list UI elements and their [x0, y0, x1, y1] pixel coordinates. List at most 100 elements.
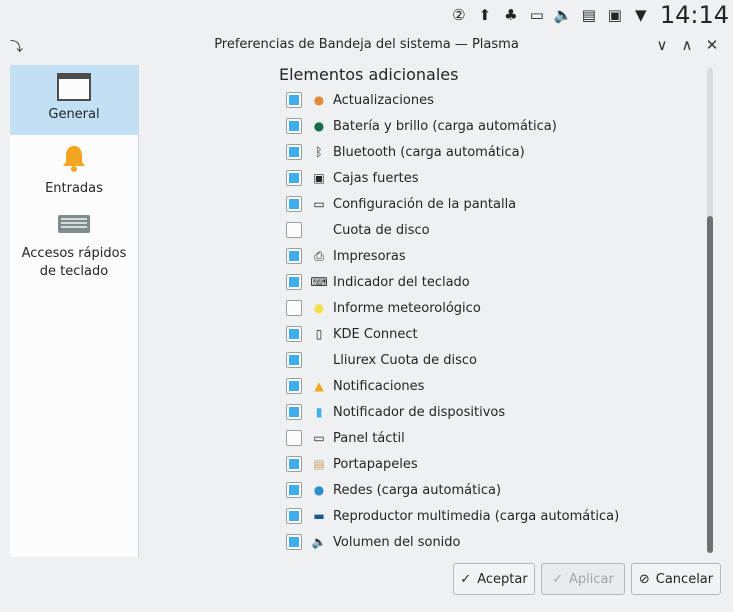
- sidebar-item-label: Accesos rápidos de teclado: [21, 246, 127, 279]
- item-label: Lliurex Cuota de disco: [333, 352, 477, 368]
- battery-icon: ●: [313, 119, 325, 133]
- window-icon: [57, 73, 91, 101]
- weather-icon: ●: [313, 301, 325, 315]
- printer-icon: ⎙: [314, 248, 324, 263]
- minimize-button[interactable]: ∨: [651, 34, 673, 56]
- list-item[interactable]: ▮ Notificador de dispositivos: [286, 401, 505, 423]
- keyboard-icon: ⌨: [310, 275, 328, 289]
- checkbox[interactable]: [286, 378, 302, 394]
- scrollbar-thumb[interactable]: [707, 216, 713, 553]
- list-item[interactable]: 🔈 Volumen del sonido: [286, 531, 461, 553]
- display-icon[interactable]: ▭: [524, 0, 550, 30]
- bluetooth-icon: ᛒ: [315, 145, 323, 159]
- checkbox[interactable]: [286, 170, 302, 186]
- touchpad-icon: ▭: [313, 431, 325, 445]
- item-label: Panel táctil: [333, 430, 405, 446]
- sidebar-item-label: General: [48, 107, 100, 122]
- item-label: Indicador del teclado: [333, 274, 470, 290]
- volume-icon[interactable]: 🔈: [550, 0, 576, 30]
- accept-button[interactable]: ✓ Aceptar: [453, 563, 535, 595]
- sidebar-item-shortcuts[interactable]: Accesos rápidos de teclado: [10, 213, 138, 291]
- system-tray: ② ⬆ ♣ ▭ 🔈 ▤ ▣ ▼ 14:14: [446, 0, 733, 30]
- close-button[interactable]: ✕: [701, 34, 723, 56]
- accept-label: Aceptar: [477, 571, 528, 587]
- item-label: Redes (carga automática): [333, 482, 502, 498]
- blank-icon: [311, 222, 327, 238]
- list-item[interactable]: ● Actualizaciones: [286, 89, 434, 111]
- checkbox[interactable]: [286, 352, 302, 368]
- maximize-button[interactable]: ∧: [676, 34, 698, 56]
- list-item[interactable]: ▬ Reproductor multimedia (carga automátic…: [286, 505, 619, 527]
- checkbox[interactable]: [286, 144, 302, 160]
- checkbox[interactable]: [286, 300, 302, 316]
- kde-connect-icon[interactable]: ♣: [498, 0, 524, 30]
- arrow-icon[interactable]: ▼: [628, 0, 654, 30]
- item-label: Notificaciones: [333, 378, 425, 394]
- sidebar-item-general[interactable]: General: [10, 65, 138, 135]
- item-label: Notificador de dispositivos: [333, 404, 506, 420]
- list-item[interactable]: ● Informe meteorológico: [286, 297, 481, 319]
- list-item[interactable]: ▭ Panel táctil: [286, 427, 405, 449]
- blank-icon: [311, 352, 327, 368]
- checkbox[interactable]: [286, 456, 302, 472]
- checkbox[interactable]: [286, 222, 302, 238]
- cancel-icon: ⊘: [638, 571, 650, 587]
- list-item[interactable]: ● Redes (carga automática): [286, 479, 501, 501]
- checkbox[interactable]: [286, 482, 302, 498]
- check-icon: ✓: [552, 571, 564, 587]
- section-heading: Elementos adicionales: [279, 65, 459, 84]
- network-icon: ●: [313, 483, 325, 497]
- settings-window: ⤵ Preferencias de Bandeja del sistema — …: [0, 30, 733, 612]
- checkbox[interactable]: [286, 274, 302, 290]
- cancel-button[interactable]: ⊘ Cancelar: [631, 563, 721, 595]
- clock[interactable]: 14:14: [654, 1, 733, 29]
- list-item[interactable]: ⌨ Indicador del teclado: [286, 271, 470, 293]
- list-item[interactable]: ▤ Portapapeles: [286, 453, 418, 475]
- list-item[interactable]: ● Batería y brillo (carga automática): [286, 115, 557, 137]
- list-item[interactable]: ▣ Cajas fuertes: [286, 167, 419, 189]
- list-item[interactable]: ▯ KDE Connect: [286, 323, 418, 345]
- bell-icon: ▲: [314, 379, 324, 393]
- sidebar-item-entradas[interactable]: Entradas: [10, 143, 138, 203]
- updates-icon: ●: [313, 93, 325, 107]
- scrollbar[interactable]: [707, 68, 713, 553]
- checkbox[interactable]: [286, 196, 302, 212]
- checkbox[interactable]: [286, 430, 302, 446]
- updates-badge-icon[interactable]: ②: [446, 0, 472, 30]
- checkbox[interactable]: [286, 118, 302, 134]
- vault-icon[interactable]: ▣: [602, 0, 628, 30]
- keyboard-icon: [58, 215, 90, 233]
- list-item[interactable]: Cuota de disco: [286, 219, 430, 241]
- sidebar: General Entradas Accesos rápidos de tecl…: [10, 65, 139, 557]
- list-item[interactable]: ▲ Notificaciones: [286, 375, 424, 397]
- sidebar-item-label: Entradas: [45, 181, 103, 196]
- checkbox[interactable]: [286, 326, 302, 342]
- clipboard-icon: ▤: [313, 457, 325, 471]
- title-bar[interactable]: ⤵ Preferencias de Bandeja del sistema — …: [0, 30, 733, 60]
- upload-icon[interactable]: ⬆: [472, 0, 498, 30]
- item-label: Portapapeles: [333, 456, 418, 472]
- list-item[interactable]: ▭ Configuración de la pantalla: [286, 193, 516, 215]
- item-label: Informe meteorológico: [333, 300, 481, 316]
- clipboard-icon[interactable]: ▤: [576, 0, 602, 30]
- check-icon: ✓: [460, 571, 472, 587]
- cancel-label: Cancelar: [655, 571, 714, 587]
- volume-icon: 🔈: [311, 535, 327, 549]
- apply-button[interactable]: ✓ Aplicar: [541, 563, 625, 595]
- item-label: Cajas fuertes: [333, 170, 419, 186]
- phone-icon: ▯: [315, 327, 323, 341]
- item-label: Reproductor multimedia (carga automática…: [333, 508, 620, 524]
- apply-label: Aplicar: [569, 571, 614, 587]
- item-label: Configuración de la pantalla: [333, 196, 517, 212]
- list-item[interactable]: ᛒ Bluetooth (carga automática): [286, 141, 525, 163]
- list-item[interactable]: ⎙ Impresoras: [286, 245, 406, 267]
- checkbox[interactable]: [286, 248, 302, 264]
- checkbox[interactable]: [286, 92, 302, 108]
- checkbox[interactable]: [286, 534, 302, 550]
- checkbox[interactable]: [286, 404, 302, 420]
- checkbox[interactable]: [286, 508, 302, 524]
- display-icon: ▭: [313, 197, 325, 211]
- window-title: Preferencias de Bandeja del sistema — Pl…: [214, 37, 519, 52]
- item-label: Cuota de disco: [333, 222, 430, 238]
- list-item[interactable]: Lliurex Cuota de disco: [286, 349, 477, 371]
